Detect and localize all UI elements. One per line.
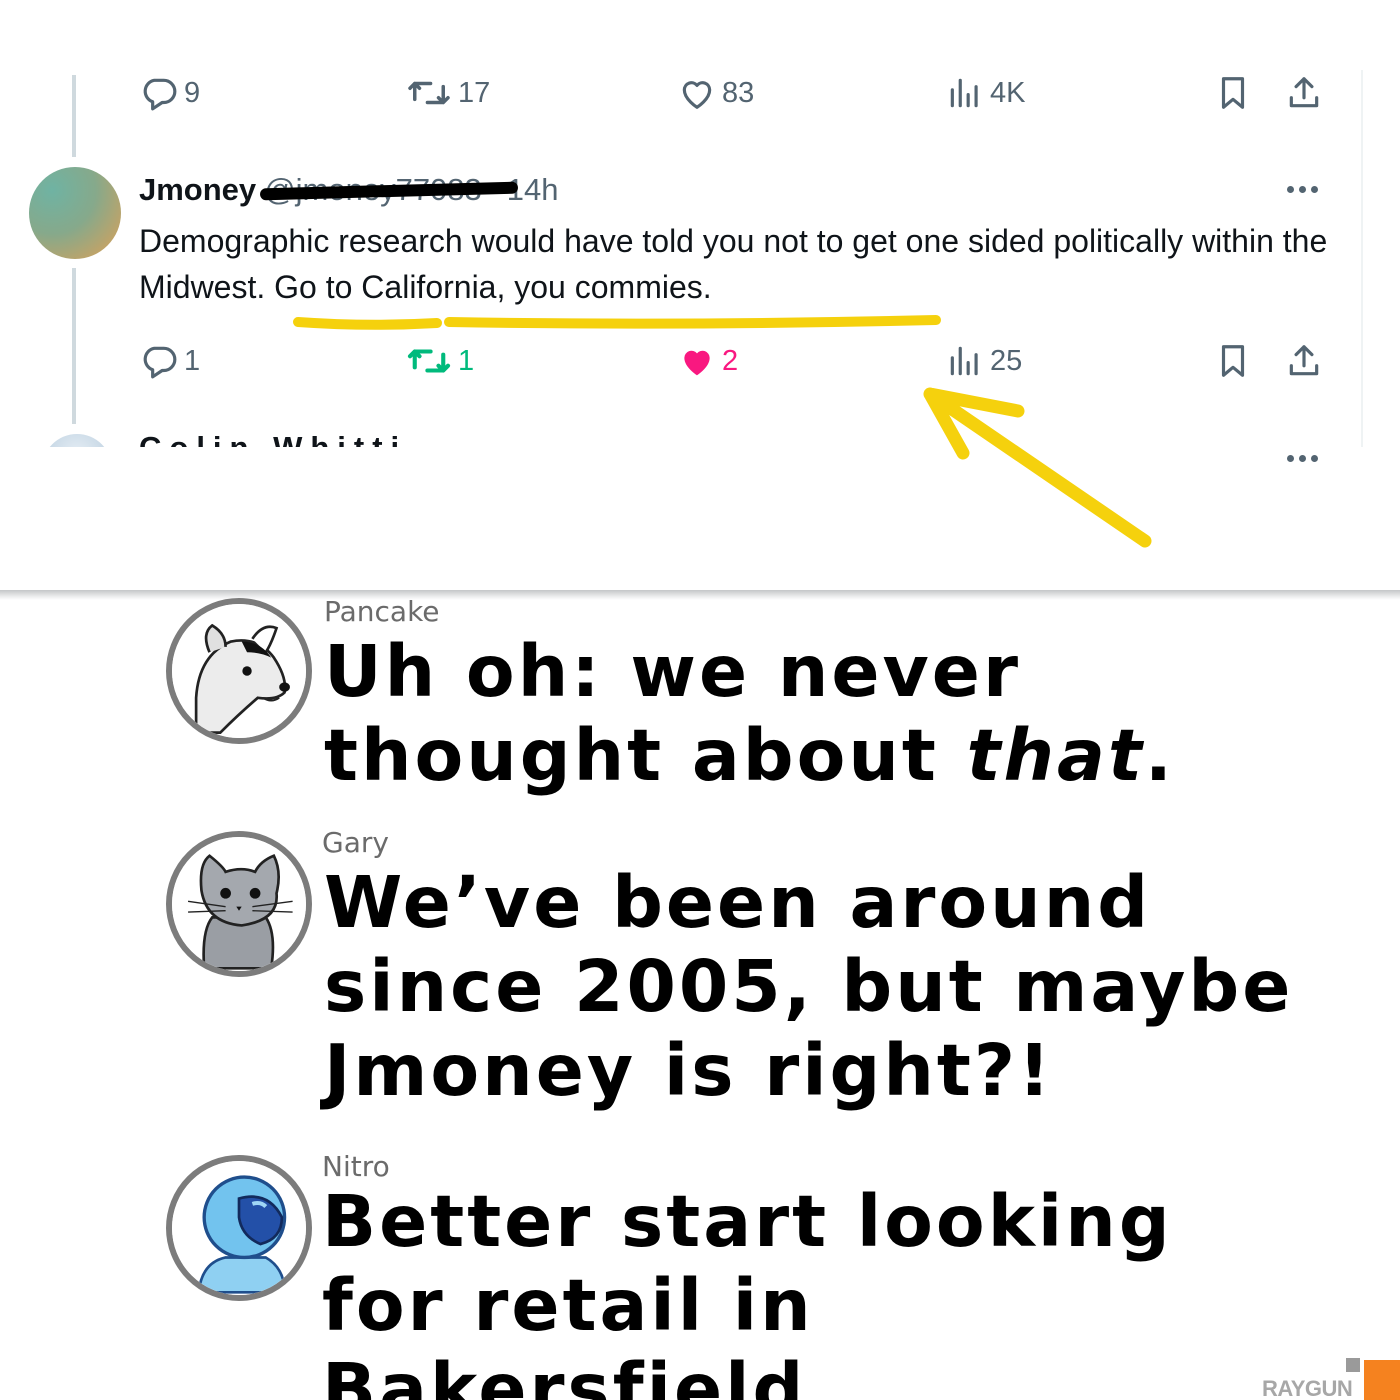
speaker-name: Pancake bbox=[324, 595, 440, 628]
bookmark-icon bbox=[1221, 345, 1245, 377]
speaker-name: Gary bbox=[322, 826, 389, 859]
views-button[interactable]: 25 bbox=[946, 342, 1022, 380]
underline-go-to-california bbox=[444, 315, 941, 329]
retweet-button[interactable]: 1 bbox=[406, 342, 474, 380]
watermark: RAYGUN bbox=[1262, 1376, 1353, 1400]
bookmark-button[interactable] bbox=[1214, 74, 1252, 112]
first-tweet-actions: 9 17 83 4K bbox=[0, 68, 1400, 118]
retweet-icon bbox=[407, 349, 451, 373]
like-count: 83 bbox=[722, 76, 755, 109]
comment-text: Better start looking for retail in Baker… bbox=[322, 1180, 1173, 1400]
comment-text: We’ve been around since 2005, but maybe … bbox=[324, 861, 1294, 1112]
speaker-name: Nitro bbox=[322, 1150, 390, 1183]
section-divider bbox=[0, 590, 1400, 600]
tweet-text: Demographic research would have told you… bbox=[139, 223, 1328, 305]
retweet-count: 17 bbox=[458, 76, 491, 109]
reply-count: 9 bbox=[184, 76, 201, 109]
more-icon[interactable] bbox=[1287, 452, 1327, 464]
tweet-screenshot: 9 17 83 4K Jmoney @jmoney77083 · 14h Dem bbox=[0, 0, 1400, 590]
reply-count: 1 bbox=[184, 344, 201, 377]
comment-text: Uh oh: we never thought about that. bbox=[324, 630, 1364, 798]
timeline-border bbox=[1361, 70, 1363, 470]
underline-midwest bbox=[293, 317, 442, 330]
like-count: 2 bbox=[722, 344, 739, 377]
nitro-avatar bbox=[166, 1155, 312, 1301]
comment-text-end: . bbox=[1144, 714, 1175, 797]
gary-avatar bbox=[166, 831, 312, 977]
share-icon bbox=[1289, 77, 1319, 108]
crop-mask bbox=[0, 447, 1400, 590]
reply-tweet-actions: 1 1 2 25 bbox=[0, 336, 1400, 386]
like-button[interactable]: 83 bbox=[678, 74, 754, 112]
views-count: 25 bbox=[990, 344, 1023, 377]
comment-text-part: Uh oh: we never thought about bbox=[324, 630, 1021, 797]
more-icon[interactable] bbox=[1287, 183, 1327, 195]
views-button[interactable]: 4K bbox=[946, 74, 1025, 112]
views-icon bbox=[950, 346, 978, 376]
views-icon bbox=[950, 78, 978, 108]
share-button[interactable] bbox=[1285, 74, 1323, 112]
retweet-icon bbox=[408, 81, 450, 105]
bookmark-icon bbox=[1221, 77, 1245, 109]
reply-icon bbox=[143, 346, 177, 379]
logo-mark bbox=[1346, 1358, 1360, 1372]
cat-icon bbox=[172, 837, 306, 971]
views-count: 4K bbox=[990, 76, 1026, 109]
like-icon bbox=[684, 350, 710, 376]
avatar[interactable] bbox=[29, 167, 121, 259]
handle[interactable]: @jmoney77083 bbox=[260, 172, 519, 208]
retweet-button[interactable]: 17 bbox=[406, 74, 490, 112]
tweet-header: Jmoney @jmoney77083 · 14h bbox=[139, 170, 558, 210]
reply-icon bbox=[143, 78, 177, 111]
dog-icon bbox=[172, 604, 306, 738]
pancake-avatar bbox=[166, 598, 312, 744]
reply-button[interactable]: 9 bbox=[140, 74, 200, 112]
like-icon bbox=[682, 81, 712, 109]
display-name[interactable]: Jmoney bbox=[139, 172, 256, 208]
astronaut-icon bbox=[172, 1161, 306, 1295]
logo-corner bbox=[1364, 1360, 1400, 1400]
comment-emphasis: that bbox=[966, 714, 1145, 797]
share-button[interactable] bbox=[1285, 342, 1323, 380]
retweet-count: 1 bbox=[458, 344, 475, 377]
reply-button[interactable]: 1 bbox=[140, 342, 200, 380]
share-icon bbox=[1289, 345, 1319, 376]
like-button[interactable]: 2 bbox=[678, 342, 738, 380]
bookmark-button[interactable] bbox=[1214, 342, 1252, 380]
